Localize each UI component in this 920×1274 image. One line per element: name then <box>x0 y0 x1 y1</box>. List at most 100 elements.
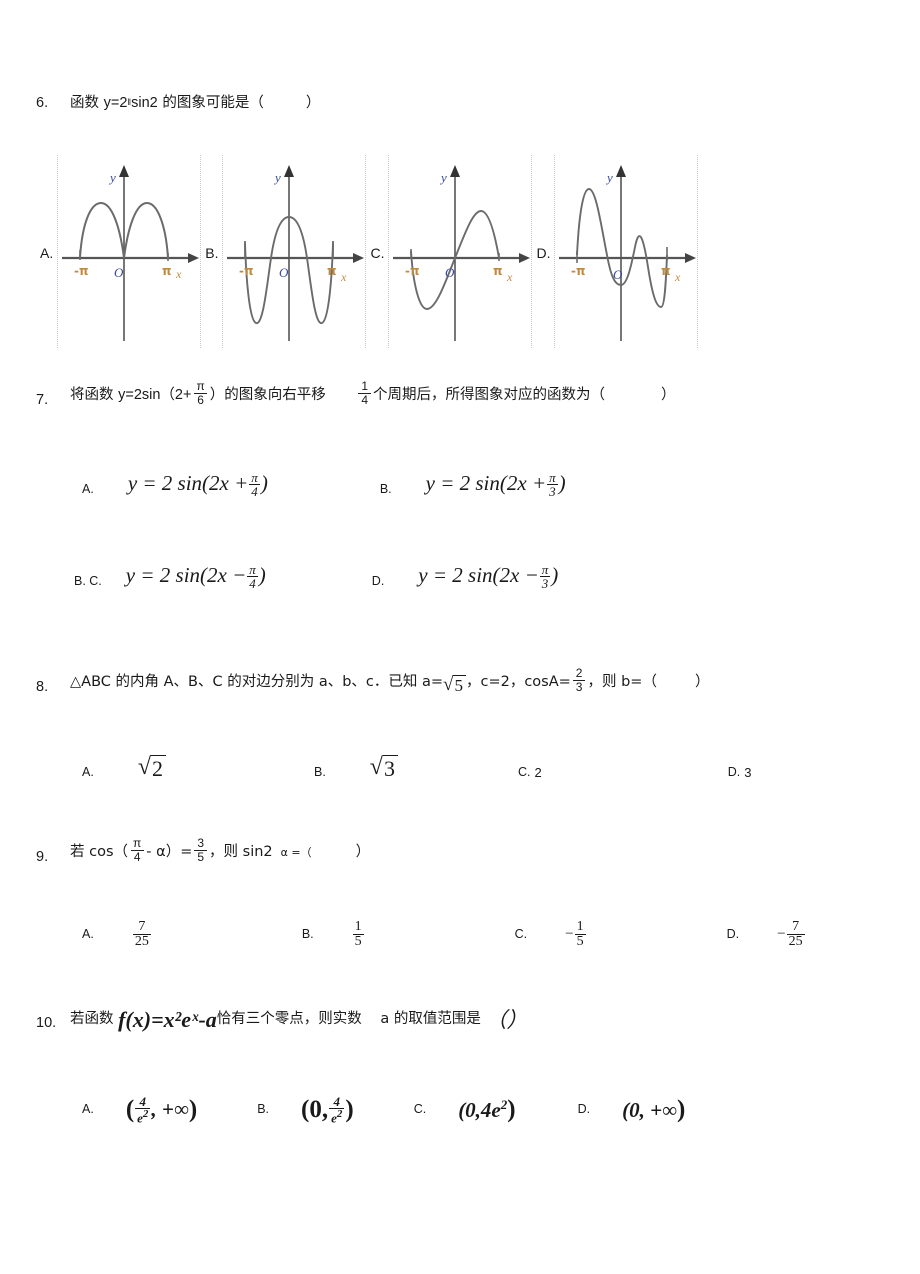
fraction-numerator: π <box>196 379 205 393</box>
option-7-A-expression: y = 2 sin(2x + π 4 ) <box>128 470 268 498</box>
fraction-numerator: 7 <box>792 919 800 934</box>
fraction-numerator: 1 <box>576 919 584 934</box>
radical-sign: √ <box>369 754 383 780</box>
fraction-numerator: 3 <box>197 836 205 850</box>
question-6-number: 6. <box>36 95 49 111</box>
question-10-stem-c: a 的取值范围是 <box>380 1011 486 1028</box>
option-9-B[interactable]: B. 1 5 <box>302 920 365 949</box>
option-10-B-open: (0, <box>301 1095 329 1123</box>
option-7-B-lhs: y = 2 sin(2x + <box>425 471 547 495</box>
svg-text:O: O <box>445 265 455 280</box>
graph-option-6-B[interactable]: -π O π x y <box>222 155 367 348</box>
graph-option-6-D[interactable]: -π O π x y <box>554 155 699 348</box>
option-9-C-label: C. <box>514 926 528 941</box>
option-10-A-value: ( 4 e2 , +∞ ) <box>126 1095 197 1124</box>
option-10-C[interactable]: C. (0,4e 2 ) <box>414 1096 516 1124</box>
option-10-A-label: A. <box>82 1101 94 1116</box>
question-7-stem: 7. 将函数 y=2sin（2+ π 6 ）的图象向右平移 1 4 个周期后，所… <box>0 379 920 409</box>
question-9-stem-e: ） <box>355 844 371 861</box>
option-10-B[interactable]: B. (0, 4 e2 ) <box>257 1095 354 1124</box>
svg-text:x: x <box>340 270 347 284</box>
question-7-fraction-one-quarter: 1 4 <box>358 380 372 406</box>
graph-b-svg: -π O π x y <box>227 165 365 341</box>
question-9-stem-b: - α）= <box>146 844 193 861</box>
option-7-D[interactable]: D. y = 2 sin(2x − π 3 ) <box>371 562 559 590</box>
question-7-stem-a: 将函数 <box>70 387 119 404</box>
radicand: 5 <box>453 675 466 695</box>
option-7-A-fraction: π 4 <box>249 471 260 498</box>
question-7-stem-c: ）的图象向右平移 <box>209 387 331 404</box>
option-9-D-fraction: 7 25 <box>786 919 805 949</box>
option-8-C-label: C. <box>517 764 531 779</box>
exam-page: 6. 函数 y=2 ‖ sin2 的图象可能是（ ） A. -π O π x y… <box>0 0 920 1274</box>
option-7-D-fraction: π 3 <box>539 563 551 590</box>
question-9-fraction-pi-4: π 4 <box>130 837 144 863</box>
option-9-C-fraction: 1 5 <box>574 919 586 949</box>
fraction-denominator: e2 <box>329 1108 345 1126</box>
svg-text:π: π <box>493 264 503 278</box>
question-7-options-row-2: B. C. y = 2 sin(2x − π 4 ) D. y = 2 sin(… <box>0 562 920 591</box>
option-9-A-label: A. <box>82 926 94 941</box>
option-9-B-fraction: 1 5 <box>352 920 364 949</box>
option-7-A[interactable]: A. y = 2 sin(2x + π 4 ) <box>82 470 268 498</box>
option-9-B-label: B. <box>301 926 314 941</box>
fraction-denominator: 4 <box>247 576 258 591</box>
question-6-stem-suffix: 的图象可能是（ <box>157 95 264 111</box>
option-7-B-fraction: π 3 <box>547 471 558 498</box>
radical-sign: √ <box>443 674 454 696</box>
svg-text:y: y <box>108 170 116 185</box>
option-8-B[interactable]: B. √ 3 <box>314 755 398 780</box>
svg-text:x: x <box>175 267 182 281</box>
question-8-stem: 8. △ABC 的内角 A、B、C 的对边分别为 a、b、c．已知 a= √ 5… <box>0 667 920 696</box>
option-9-D[interactable]: D. − 7 25 <box>727 920 806 949</box>
option-10-C-label: C. <box>413 1102 427 1117</box>
question-10-stem-a: 若函数 <box>70 1011 119 1028</box>
question-8-fraction-two-thirds: 2 3 <box>572 667 586 694</box>
option-10-D-close: ) <box>677 1096 686 1124</box>
svg-text:x: x <box>506 270 513 284</box>
graph-a-svg: -π O π x y <box>62 165 200 341</box>
option-7-B[interactable]: B. y = 2 sin(2x + π 3 ) <box>380 470 566 498</box>
option-8-A[interactable]: A. √ 2 <box>82 755 166 780</box>
option-8-D[interactable]: D. 3 <box>728 765 752 781</box>
option-7-D-label: D. <box>371 574 385 588</box>
question-10-number: 10. <box>36 1015 57 1032</box>
question-8-options: A. √ 2 B. √ 3 C. 2 D. 3 <box>0 755 920 780</box>
question-9-number: 9. <box>36 849 49 866</box>
graph-option-6-C[interactable]: -π O π x y <box>388 155 533 348</box>
option-7-C[interactable]: B. C. y = 2 sin(2x − π 4 ) <box>74 562 266 591</box>
question-6-stem-prefix: 函数 <box>70 95 104 111</box>
option-10-A-open: ( <box>125 1095 135 1123</box>
fraction-numerator: π <box>249 562 256 577</box>
option-10-A-close: ) <box>188 1095 198 1123</box>
fraction-denominator: 3 <box>572 679 586 694</box>
fraction-denominator: e2 <box>135 1108 151 1126</box>
option-10-A-mid: , +∞ <box>151 1097 189 1122</box>
option-9-C[interactable]: C. − 1 5 <box>515 920 587 949</box>
option-7-D-expression: y = 2 sin(2x − π 3 ) <box>418 562 559 590</box>
svg-text:π: π <box>162 264 172 278</box>
graph-option-6-A[interactable]: -π O π x y <box>57 155 202 348</box>
option-10-D-label: D. <box>577 1102 591 1117</box>
option-8-D-value: 3 <box>744 765 752 781</box>
option-label-6-D: D. <box>536 244 551 261</box>
fraction-denominator: 25 <box>786 934 805 949</box>
option-7-D-rhs: ) <box>551 563 559 587</box>
question-8-sqrt-5: √ 5 <box>443 675 466 695</box>
fraction-denominator: 25 <box>132 934 151 949</box>
svg-text:O: O <box>114 265 124 280</box>
option-10-A[interactable]: A. ( 4 e2 , +∞ ) <box>82 1095 197 1124</box>
question-10-stem-b: 恰有三个零点，则实数 <box>216 1011 367 1028</box>
radicand: 3 <box>382 755 398 780</box>
option-10-D[interactable]: D. (0, +∞ ) <box>578 1096 686 1124</box>
question-8-stem-c: ，则 b=（ <box>587 674 657 691</box>
question-8-stem-a: △ABC 的内角 A、B、C 的对边分别为 a、b、c．已知 a= <box>70 674 444 691</box>
option-9-A[interactable]: A. 7 25 <box>82 920 152 949</box>
option-8-B-label: B. <box>313 765 326 780</box>
fraction-denominator: 5 <box>574 934 586 949</box>
option-8-C[interactable]: C. 2 <box>517 764 542 781</box>
question-9-stem-d: α =（ <box>280 846 312 860</box>
option-7-B-expression: y = 2 sin(2x + π 3 ) <box>425 470 566 498</box>
question-6: 6. 函数 y=2 ‖ sin2 的图象可能是（ ） <box>0 95 920 112</box>
question-9-options: A. 7 25 B. 1 5 C. − 1 5 D. − 7 25 <box>0 920 920 949</box>
